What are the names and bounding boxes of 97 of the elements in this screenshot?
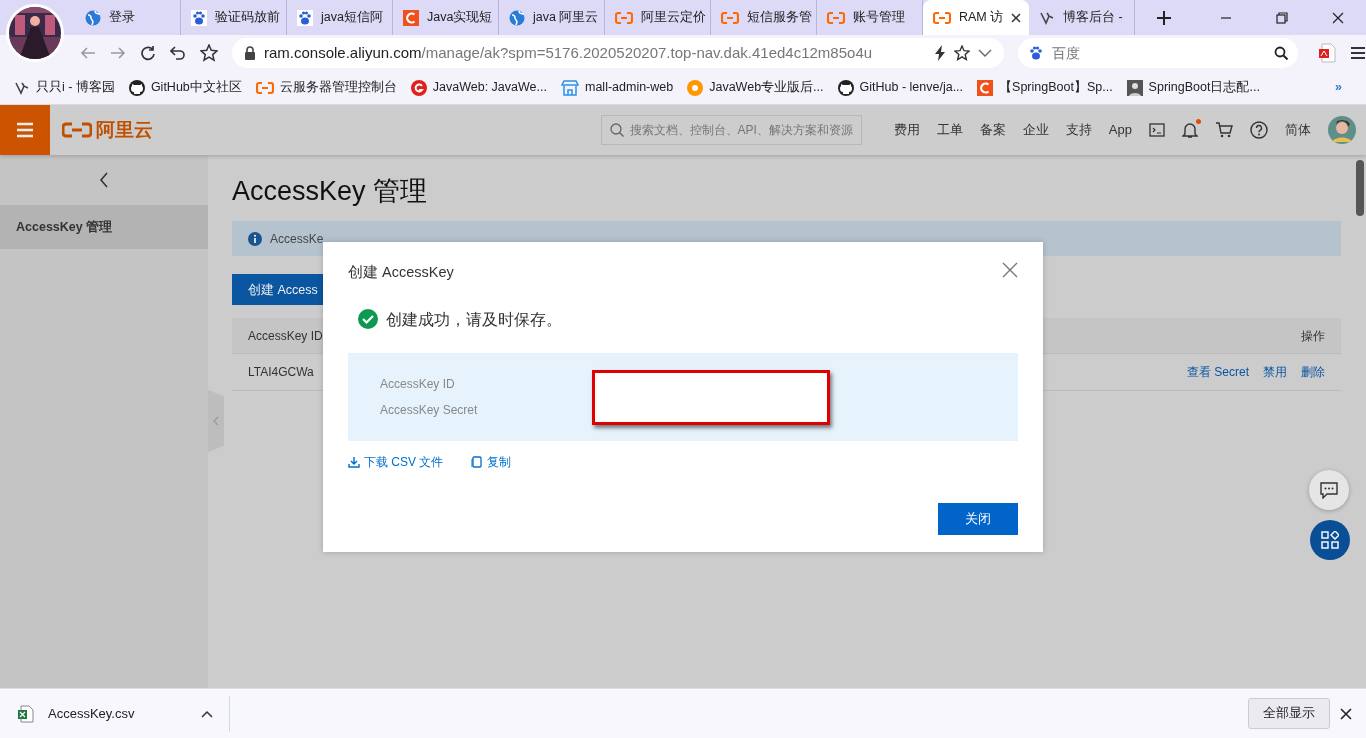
action-link[interactable]: 禁用 [1263,363,1287,382]
new-tab-icon[interactable] [1157,11,1171,25]
column-header: AccessKey ID [248,327,323,345]
star-icon[interactable] [954,45,970,61]
close-icon[interactable] [1011,12,1022,23]
bracket-logo-icon [827,10,845,25]
chat-icon [1320,481,1338,499]
collapse-handle[interactable] [208,390,224,452]
cart-icon[interactable] [1215,122,1233,138]
field-label: AccessKey Secret [380,402,479,419]
bookmark-link[interactable]: GitHub中文社区 [150,78,242,97]
back-icon[interactable] [80,45,96,61]
field-label: AccessKey ID [380,376,456,393]
download-file-name[interactable]: AccessKey.csv [48,703,135,724]
chevron-left-icon[interactable] [99,172,109,188]
nav-link[interactable]: App [1108,120,1132,140]
dialog-link[interactable]: 下载 CSV 文件 [348,453,444,471]
search-field[interactable]: 百度 [1018,38,1298,68]
paw-icon [1028,45,1044,61]
sidebar-item[interactable]: AccessKey 管理 [0,205,208,249]
language-link[interactable]: 简体 [1285,120,1311,140]
nav-link[interactable]: 工单 [936,120,963,140]
bracket-logo-icon [62,122,92,138]
pdf-icon[interactable] [1318,43,1336,63]
menu-button[interactable] [0,105,50,155]
bookmark-link[interactable]: 只只i - 博客园 [36,78,115,97]
menu-icon[interactable] [1350,46,1366,60]
paw-icon [297,9,313,26]
chevron-left-icon [213,416,219,426]
chevron-down-icon[interactable] [978,48,992,58]
nav-link[interactable]: 费用 [893,120,920,140]
bookmark-link[interactable]: GitHub - lenve/ja... [859,78,964,97]
bracket-logo-icon [255,80,274,95]
dialog-link[interactable]: 复制 [471,453,512,471]
github-icon [837,79,854,96]
undo-icon[interactable] [170,45,186,61]
bookmark-link[interactable]: 【SpringBoot】Sp... [999,78,1113,97]
success-message: 创建成功，请及时保存。 [386,309,562,330]
chat-button[interactable] [1309,470,1349,510]
terminal-icon[interactable] [1149,123,1165,137]
copy-icon [471,456,484,468]
apps-icon [1321,531,1339,549]
nav-link[interactable]: 备案 [979,120,1006,140]
bookmark-link[interactable]: SpringBoot日志配... [1148,78,1260,97]
avatar-icon[interactable] [1328,116,1356,144]
bookmark-link[interactable]: JavaWeb专业版后... [709,78,824,97]
action-link[interactable]: 查看 Secret [1187,363,1249,382]
chevron-up-icon[interactable] [201,709,213,718]
close-icon[interactable] [1340,707,1352,720]
bracket-logo-icon [615,10,633,25]
lightning-icon[interactable] [934,45,946,61]
download-icon [348,456,360,468]
c-logo-icon [403,9,419,26]
address-field[interactable]: ram.console.aliyun.com/manage/ak?spm=5176.2020520207.top-nav.dak.41ed4c12m85o4u [232,38,1004,68]
action-link[interactable]: 删除 [1301,363,1325,382]
page-title: AccessKey 管理 [232,175,429,208]
show-all-button[interactable]: 全部显示 [1248,698,1330,729]
forward-icon[interactable] [110,45,126,61]
apps-button[interactable] [1310,520,1350,560]
g-logo-icon [410,79,427,96]
lock-icon [244,46,256,60]
bookmark-link[interactable]: 云服务器管理控制台 [279,78,397,97]
spreadsheet-file-icon [18,704,34,723]
paw-icon [191,9,207,26]
portrait-thumbnail-icon [1126,79,1143,96]
check-circle-icon [358,309,378,330]
info-text: AccessKe [270,230,324,248]
ring-logo-icon [687,79,704,96]
close-icon[interactable] [1332,11,1344,24]
info-icon [248,231,262,246]
close-button[interactable]: 关闭 [938,503,1018,535]
table-cell-text: LTAI4GCWa [248,364,314,382]
github-icon [128,79,145,96]
bracket-logo-icon [721,10,739,25]
bell-icon[interactable] [1182,121,1198,139]
scrollbar[interactable] [1356,160,1364,216]
bookmark-link[interactable]: mall-admin-web [585,78,674,97]
bracket-logo-icon [933,10,951,25]
globe-icon [85,9,101,26]
store-icon [561,79,579,96]
star-icon[interactable] [200,44,218,62]
nav-link[interactable]: 企业 [1022,120,1049,140]
reload-icon[interactable] [140,45,156,61]
restore-icon[interactable] [1276,11,1288,24]
help-icon[interactable] [1250,121,1268,139]
browser-tab[interactable]: RAM 访 [923,0,1029,35]
c-logo-icon [977,79,994,96]
globe-icon [509,9,525,26]
logo-text: 阿里云 [96,117,153,142]
search-icon [609,123,624,137]
bookmark-link[interactable]: JavaWeb: JavaWe... [432,78,547,97]
menu-icon [16,122,34,138]
search-icon[interactable] [1274,46,1288,60]
column-header: 操作 [1301,327,1325,345]
more-bookmarks-button[interactable]: » [1335,78,1342,97]
dialog-title: 创建 AccessKey [348,263,454,282]
nav-link[interactable]: 支持 [1065,120,1092,140]
